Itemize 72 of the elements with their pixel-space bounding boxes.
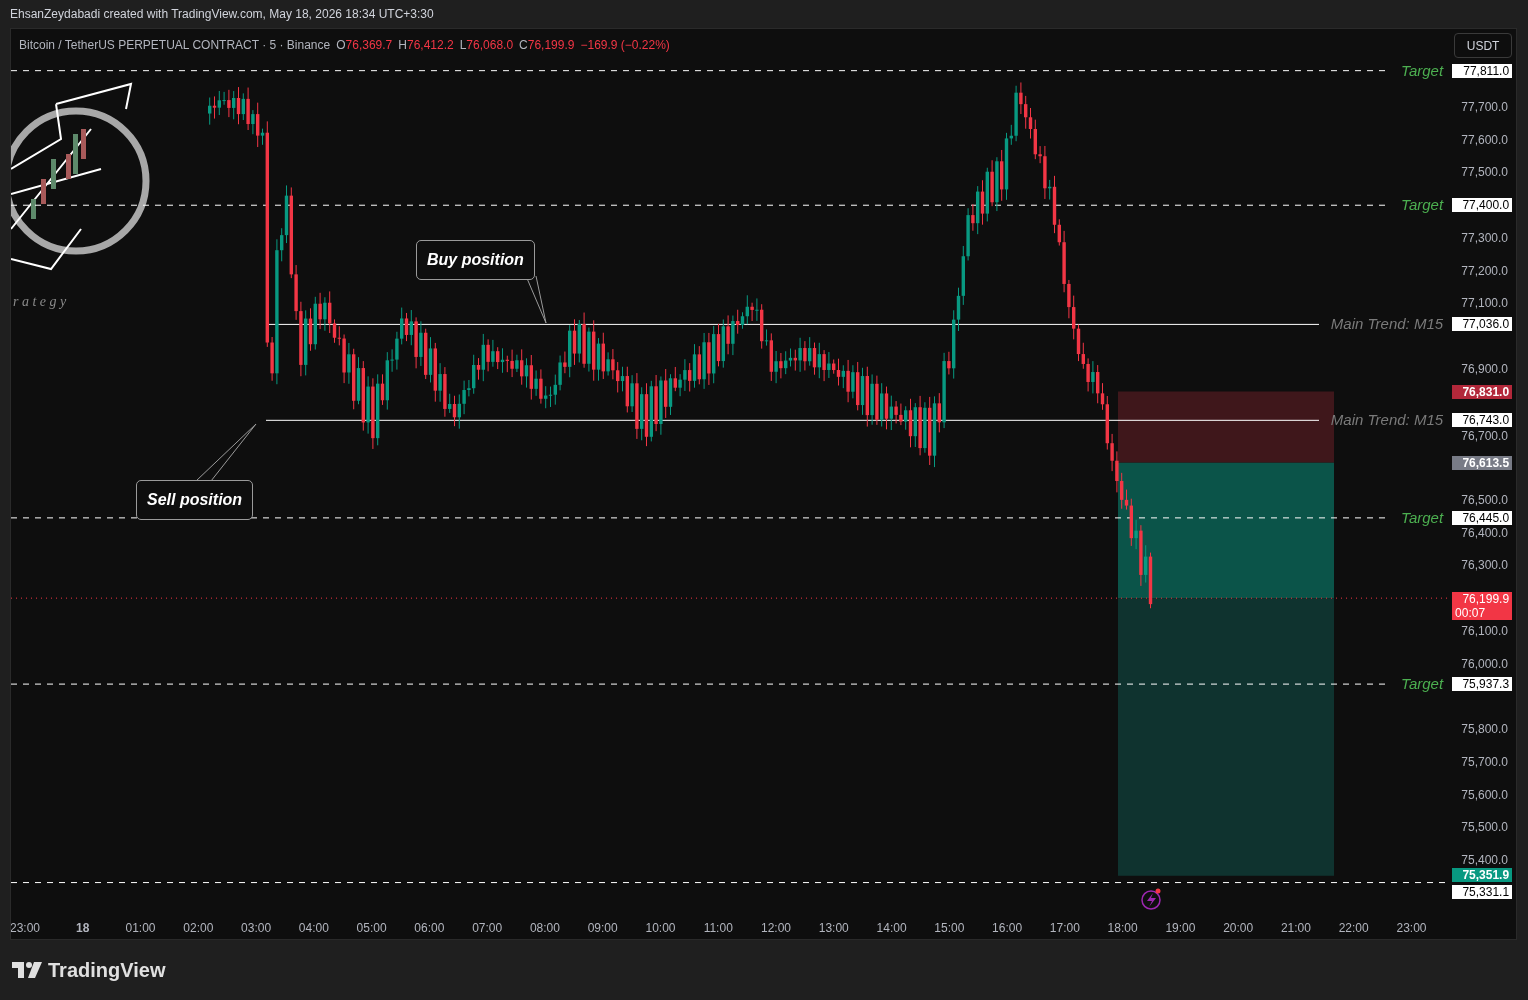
- price-axis-label: 77,600.0: [1461, 131, 1508, 149]
- trend-label: Main Trend: M15: [1330, 410, 1444, 431]
- price-axis-label: 75,400.0: [1461, 852, 1508, 869]
- price-axis-label: 76,700.0: [1461, 428, 1508, 446]
- price-axis-label: 75,600.0: [1461, 786, 1508, 804]
- price-axis-label: 75,700.0: [1461, 753, 1508, 771]
- time-axis-label: 01:00: [125, 920, 156, 937]
- ohlc-value: C76,199.9: [519, 37, 575, 54]
- ohlc-value: L76,068.0: [459, 37, 514, 54]
- time-axis-label: 18:00: [1107, 920, 1138, 937]
- time-axis-label: 19:00: [1165, 920, 1196, 937]
- brand-name: TradingView: [48, 958, 166, 983]
- price-axis-label: 76,400.0: [1461, 524, 1508, 542]
- price-tag: 77,811.0: [1452, 63, 1513, 78]
- time-axis-label: 14:00: [876, 920, 907, 937]
- time-axis-label: 08:00: [529, 920, 560, 937]
- price-axis-label: 76,900.0: [1461, 360, 1508, 378]
- price-axis-label: 77,700.0: [1461, 99, 1508, 116]
- price-axis-label: 75,800.0: [1461, 721, 1508, 739]
- time-axis-label: 23:00: [1396, 920, 1427, 937]
- time-axis-label: 04:00: [298, 920, 329, 937]
- chart-attribution: EhsanZeydabadi created with TradingView.com, May 18, 2026 18:34 UTC+3:30: [10, 6, 434, 23]
- callout-label: Sell position: [136, 480, 254, 520]
- time-axis-label: 02:00: [183, 920, 214, 937]
- time-axis-label: 11:00: [703, 920, 733, 937]
- time-axis-label: 21:00: [1280, 920, 1311, 937]
- price-axis-label: 77,300.0: [1461, 229, 1508, 247]
- callout-label: Buy position: [416, 240, 535, 280]
- price-change: −169.9 (−0.22%): [580, 37, 670, 54]
- trend-label: Main Trend: M15: [1330, 314, 1444, 335]
- logo-caption: r a t e g y: [13, 293, 67, 311]
- time-axis-label: 12:00: [761, 920, 791, 937]
- price-tag: 76,199.9 00:07: [1452, 592, 1513, 621]
- price-tag: 75,937.3: [1452, 677, 1513, 692]
- symbol-title: Bitcoin / TetherUS PERPETUAL CONTRACT · 5 · Binance: [19, 37, 331, 54]
- price-tag: 75,351.9: [1452, 867, 1513, 882]
- time-axis-label: 18: [76, 920, 90, 937]
- time-axis-label: 07:00: [472, 920, 503, 937]
- price-tag: 75,331.1: [1452, 884, 1513, 899]
- price-axis-label: 77,500.0: [1461, 164, 1508, 182]
- price-axis-label: 77,200.0: [1461, 262, 1508, 280]
- price-axis-label: 76,500.0: [1461, 491, 1508, 509]
- time-axis-label: 06:00: [414, 920, 445, 937]
- price-tag: 77,036.0: [1452, 317, 1513, 332]
- time-axis-label: 16:00: [992, 920, 1023, 937]
- price-tag: 77,400.0: [1452, 198, 1513, 213]
- target-label: Target: [1401, 673, 1444, 694]
- time-axis-label: 10:00: [645, 920, 676, 937]
- price-tag: 76,743.0: [1452, 413, 1513, 428]
- time-axis-label: 09:00: [587, 920, 618, 937]
- price-axis-label: 75,500.0: [1461, 819, 1508, 837]
- ohlc-value: O76,369.7: [336, 37, 393, 54]
- price-tag: 76,831.0: [1452, 384, 1513, 399]
- time-axis-label: 20:00: [1223, 920, 1254, 937]
- time-axis-label: 17:00: [1049, 920, 1080, 937]
- ohlc-value: H76,412.2: [398, 37, 454, 54]
- time-axis-label: 22:00: [1338, 920, 1369, 937]
- time-axis-label: 15:00: [934, 920, 965, 937]
- currency-button[interactable]: USDT: [1454, 33, 1513, 58]
- time-axis-label: 23:00: [11, 920, 40, 937]
- target-label: Target: [1401, 60, 1444, 81]
- price-tag: 76,613.5: [1452, 455, 1513, 470]
- time-axis-label: 13:00: [818, 920, 849, 937]
- target-label: Target: [1401, 194, 1444, 215]
- target-label: Target: [1401, 507, 1444, 528]
- time-axis-label: 03:00: [241, 920, 272, 937]
- price-tag: 76,445.0: [1452, 510, 1513, 525]
- price-axis-label: 76,300.0: [1461, 557, 1508, 575]
- price-axis-label: 76,100.0: [1461, 622, 1508, 640]
- price-axis-label: 77,100.0: [1461, 295, 1508, 313]
- time-axis-label: 05:00: [356, 920, 387, 937]
- price-axis-label: 76,000.0: [1461, 655, 1508, 673]
